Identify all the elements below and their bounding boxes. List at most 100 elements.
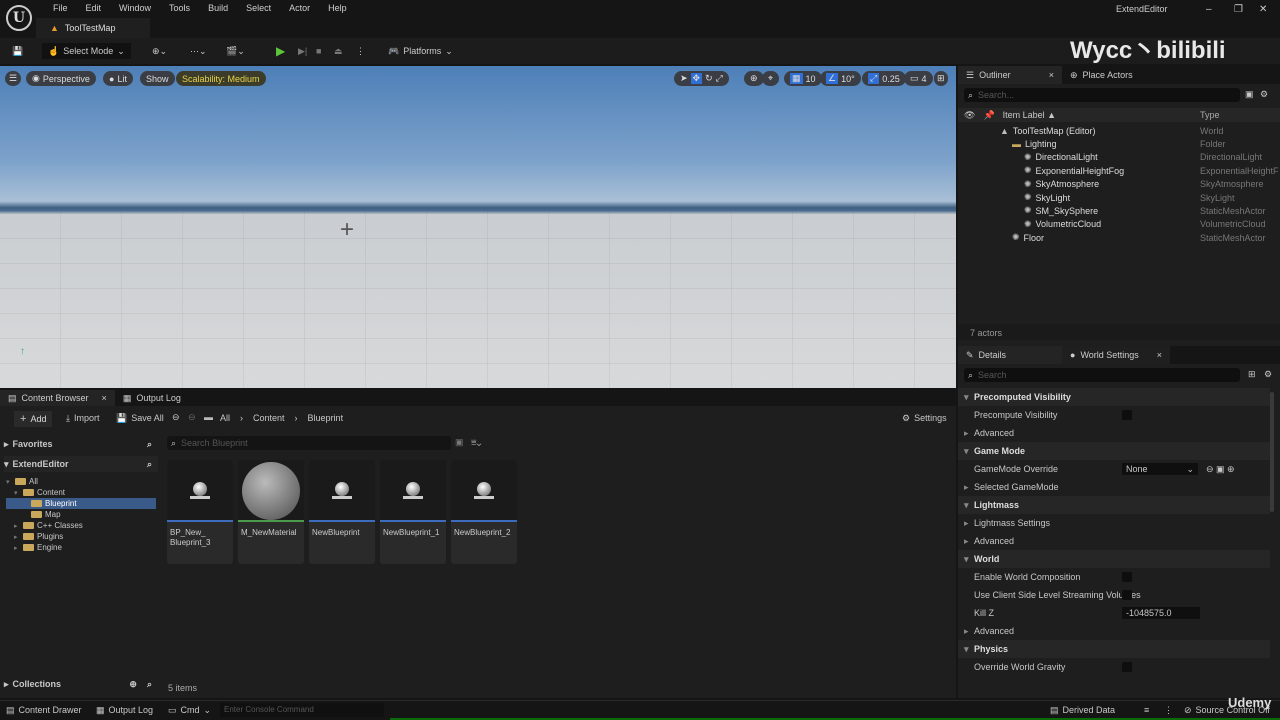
folder-tree-item[interactable]: Map (6, 509, 156, 520)
add-button[interactable]: + Add (14, 411, 53, 427)
property-matrix-icon[interactable]: ⊞ (1248, 369, 1256, 380)
level-viewport[interactable]: + ☰ ◉ Perspective ● Lit Show Scalability: … (0, 66, 956, 388)
asset-tile[interactable]: BP_New_ Blueprint_3 (167, 460, 233, 564)
close-tab-icon[interactable]: × (1157, 350, 1162, 360)
more-options-icon[interactable]: ⋮ (356, 43, 365, 59)
outliner-search-input[interactable]: ⌕ Search... (964, 88, 1240, 102)
viewport-layout-button[interactable]: ⊞ (934, 71, 948, 86)
add-collection-icon[interactable]: ⊕ (129, 679, 137, 690)
blueprint-button[interactable]: ⋯⌄ (190, 43, 207, 59)
rotate-icon[interactable]: ↻ (705, 73, 713, 84)
folder-tree-item[interactable]: ▸ C++ Classes (6, 520, 156, 531)
unreal-logo[interactable]: U (6, 5, 32, 31)
pin-icon[interactable]: 📌 (983, 110, 994, 121)
outliner-row[interactable]: ✺ Floor StaticMeshActor (958, 231, 1280, 244)
import-button[interactable]: ⤓ Import (66, 413, 100, 424)
surface-snap-toggle[interactable]: ⌖ (762, 71, 780, 86)
output-log-button[interactable]: ▦ Output Log (96, 705, 153, 716)
close-button[interactable]: ✕ (1259, 4, 1267, 15)
favorites-section[interactable]: ▸ Favorites ⌕ (4, 436, 158, 452)
details-scrollbar[interactable] (1270, 392, 1274, 512)
revision-control-icon[interactable]: ≡ (1144, 705, 1149, 715)
save-all-button[interactable]: 💾 Save All (116, 413, 164, 424)
property-row[interactable]: ▸ Advanced (958, 622, 1270, 640)
property-checkbox[interactable] (1122, 662, 1132, 672)
outliner-row[interactable]: ✺ DirectionalLight DirectionalLight (958, 151, 1280, 164)
menu-file[interactable]: File (44, 3, 77, 13)
folder-tree-item[interactable]: ▾ All (6, 476, 156, 487)
asset-tile[interactable]: NewBlueprint_2 (451, 460, 517, 564)
add-filter-icon[interactable]: ▣ (1245, 89, 1254, 100)
outliner-row[interactable]: ✺ SM_SkySphere StaticMeshActor (958, 204, 1280, 217)
search-icon[interactable]: ⌕ (147, 439, 152, 450)
cinematics-button[interactable]: 🎬⌄ (226, 43, 245, 59)
filter-icon[interactable]: ⩸⌄ (471, 437, 481, 448)
property-checkbox[interactable] (1122, 572, 1132, 582)
tab-content-browser[interactable]: ▤ Content Browser × (0, 390, 115, 406)
tab-outliner[interactable]: ☰ Outliner × (958, 66, 1062, 84)
menu-tools[interactable]: Tools (160, 3, 199, 13)
folder-tree-item[interactable]: ▾ Content (6, 487, 156, 498)
asset-tile[interactable]: NewBlueprint_1 (380, 460, 446, 564)
gamemode-dropdown[interactable]: None ⌄ (1122, 463, 1198, 475)
derived-data-button[interactable]: ▤ Derived Data (1050, 705, 1115, 716)
menu-help[interactable]: Help (319, 3, 356, 13)
close-tab-icon[interactable]: × (102, 393, 107, 403)
folder-tree-item[interactable]: ▸ Plugins (6, 531, 156, 542)
project-section[interactable]: ▾ ExtendEditor ⌕ (4, 456, 158, 472)
breadcrumb-item[interactable]: All (220, 413, 230, 423)
move-icon[interactable]: ✥ (690, 73, 703, 84)
property-checkbox[interactable] (1122, 590, 1132, 600)
maximize-button[interactable]: ❐ (1234, 4, 1243, 15)
world-local-toggle[interactable]: ⊕ (744, 71, 764, 86)
killz-input[interactable]: -1048575.0 (1122, 607, 1200, 619)
add-actor-button[interactable]: ⊕⌄ (152, 43, 167, 59)
eject-button[interactable]: ⏏ (334, 43, 343, 59)
outliner-row[interactable]: ✺ VolumetricCloud VolumetricCloud (958, 218, 1280, 231)
settings-icon[interactable]: ⚙ (1260, 89, 1268, 100)
breadcrumb-item[interactable]: Blueprint (308, 413, 344, 423)
details-search-input[interactable]: ⌕ Search (964, 368, 1240, 382)
close-tab-icon[interactable]: × (1049, 70, 1054, 80)
property-row[interactable]: ▸ Selected GameMode (958, 478, 1270, 496)
outliner-row[interactable]: ▬ Lighting Folder (958, 137, 1280, 150)
scale-snap[interactable]: ⤢ 0.25 (862, 71, 906, 86)
property-row[interactable]: ▾ Precomputed Visibility (958, 388, 1270, 406)
menu-actor[interactable]: Actor (280, 3, 319, 13)
save-search-icon[interactable]: ▣ (455, 437, 464, 448)
property-row[interactable]: ▾ World (958, 550, 1270, 568)
outliner-row[interactable]: ✺ SkyAtmosphere SkyAtmosphere (958, 178, 1280, 191)
platforms-dropdown[interactable]: 🎮 Platforms ⌄ (388, 43, 453, 59)
step-button[interactable]: ▶| (298, 43, 307, 59)
camera-speed[interactable]: ▭ 4 (904, 71, 933, 86)
outliner-row[interactable]: ✺ SkyLight SkyLight (958, 191, 1280, 204)
property-row[interactable]: ▾ Lightmass (958, 496, 1270, 514)
scalability-badge[interactable]: Scalability: Medium (176, 71, 266, 86)
folder-tree-item[interactable]: Blueprint (6, 498, 156, 509)
outliner-row[interactable]: ✺ExponentialHeightFogExponentialHeightFo… (958, 164, 1280, 177)
perspective-button[interactable]: ◉ Perspective (26, 71, 96, 86)
property-row[interactable]: ▸ Advanced (958, 532, 1270, 550)
property-checkbox[interactable] (1122, 410, 1132, 420)
rotation-snap[interactable]: ∠ 10° (820, 71, 861, 86)
console-input[interactable]: Enter Console Command (220, 703, 384, 717)
asset-search-input[interactable]: ⌕ Search Blueprint (167, 436, 451, 450)
grid-snap[interactable]: ▦ 10 (784, 71, 822, 86)
type-column[interactable]: Type (1200, 110, 1278, 120)
play-button[interactable]: ▶ (276, 43, 285, 59)
asset-tile[interactable]: NewBlueprint (309, 460, 375, 564)
visibility-icon[interactable]: 👁 (964, 110, 975, 121)
stop-button[interactable]: ■ (316, 43, 321, 59)
breadcrumb-item[interactable]: Content (253, 413, 285, 423)
show-button[interactable]: Show (140, 71, 175, 86)
tab-output-log[interactable]: ▦ Output Log (115, 390, 189, 406)
item-label-column[interactable]: Item Label ▲ (1003, 110, 1056, 120)
tab-place-actors[interactable]: ⊕ Place Actors (1062, 66, 1141, 84)
forward-icon[interactable]: ⊖ (188, 412, 196, 423)
minimize-button[interactable]: – (1206, 4, 1212, 15)
property-row[interactable]: ▸ Lightmass Settings (958, 514, 1270, 532)
search-icon[interactable]: ⌕ (147, 679, 152, 690)
tab-world-settings[interactable]: ● World Settings × (1062, 346, 1170, 364)
outliner-row[interactable]: ▲ ToolTestMap (Editor) World (958, 124, 1280, 137)
viewport-menu-button[interactable]: ☰ (5, 71, 22, 86)
